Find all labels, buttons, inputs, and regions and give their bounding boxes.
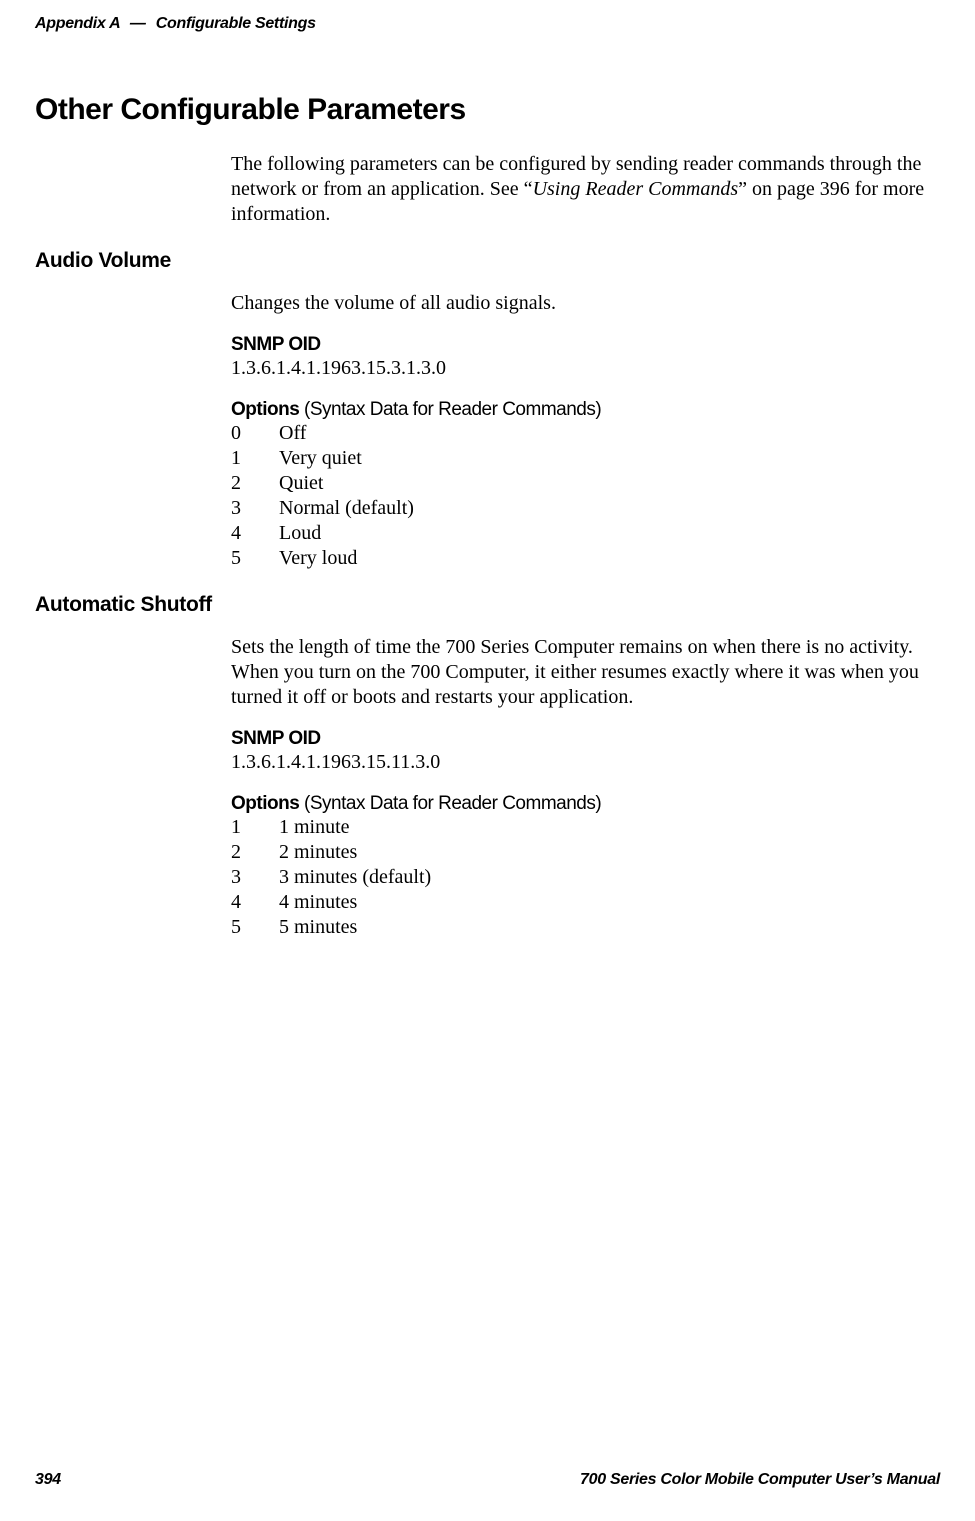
- option-row: 0Off: [231, 421, 930, 446]
- section-heading-audio-volume: Audio Volume: [35, 249, 940, 273]
- option-value: Very loud: [279, 546, 357, 571]
- snmp-oid-value: 1.3.6.1.4.1.1963.15.3.1.3.0: [231, 356, 930, 381]
- option-value: 5 minutes: [279, 915, 357, 940]
- option-key: 2: [231, 471, 279, 496]
- option-row: 22 minutes: [231, 840, 930, 865]
- option-value: Loud: [279, 521, 321, 546]
- option-key: 4: [231, 521, 279, 546]
- option-row: 44 minutes: [231, 890, 930, 915]
- option-row: 1Very quiet: [231, 446, 930, 471]
- header-appendix-letter: A: [109, 15, 120, 32]
- option-value: 2 minutes: [279, 840, 357, 865]
- header-separator: —: [130, 15, 146, 32]
- option-value: Quiet: [279, 471, 323, 496]
- page-header: Appendix A — Configurable Settings: [35, 15, 940, 38]
- options-label-bold: Options: [231, 399, 299, 420]
- option-key: 2: [231, 840, 279, 865]
- snmp-oid-value: 1.3.6.1.4.1.1963.15.11.3.0: [231, 750, 930, 775]
- options-label-bold: Options: [231, 793, 299, 814]
- snmp-oid-label: SNMP OID: [231, 334, 930, 356]
- footer-manual-title: 700 Series Color Mobile Computer User’s …: [580, 1471, 940, 1489]
- option-row: 4Loud: [231, 521, 930, 546]
- option-value: Very quiet: [279, 446, 362, 471]
- option-key: 5: [231, 915, 279, 940]
- snmp-oid-label: SNMP OID: [231, 728, 930, 750]
- intro-paragraph: The following parameters can be configur…: [231, 152, 930, 227]
- option-value: Off: [279, 421, 306, 446]
- options-list: 11 minute 22 minutes 33 minutes (default…: [231, 815, 930, 940]
- option-row: 3Normal (default): [231, 496, 930, 521]
- option-key: 1: [231, 815, 279, 840]
- page-number: 394: [35, 1471, 61, 1489]
- option-key: 1: [231, 446, 279, 471]
- option-row: 2Quiet: [231, 471, 930, 496]
- section-desc: Sets the length of time the 700 Series C…: [231, 635, 930, 710]
- option-key: 5: [231, 546, 279, 571]
- options-label-rest: (Syntax Data for Reader Commands): [299, 399, 601, 420]
- section-desc: Changes the volume of all audio signals.: [231, 291, 930, 316]
- option-value: 4 minutes: [279, 890, 357, 915]
- section-heading-automatic-shutoff: Automatic Shutoff: [35, 593, 940, 617]
- options-label-rest: (Syntax Data for Reader Commands): [299, 793, 601, 814]
- header-appendix: Appendix: [35, 15, 106, 32]
- page-footer: 394 700 Series Color Mobile Computer Use…: [35, 1471, 940, 1489]
- option-row: 55 minutes: [231, 915, 930, 940]
- option-row: 33 minutes (default): [231, 865, 930, 890]
- header-title: Configurable Settings: [156, 15, 316, 32]
- options-label: Options (Syntax Data for Reader Commands…: [231, 399, 930, 421]
- page-title: Other Configurable Parameters: [35, 93, 940, 127]
- option-value: 3 minutes (default): [279, 865, 431, 890]
- options-list: 0Off 1Very quiet 2Quiet 3Normal (default…: [231, 421, 930, 571]
- option-row: 5Very loud: [231, 546, 930, 571]
- option-row: 11 minute: [231, 815, 930, 840]
- option-value: 1 minute: [279, 815, 350, 840]
- option-key: 3: [231, 865, 279, 890]
- option-key: 0: [231, 421, 279, 446]
- intro-text-em: Using Reader Commands: [533, 178, 739, 200]
- option-key: 3: [231, 496, 279, 521]
- options-label: Options (Syntax Data for Reader Commands…: [231, 793, 930, 815]
- option-value: Normal (default): [279, 496, 414, 521]
- option-key: 4: [231, 890, 279, 915]
